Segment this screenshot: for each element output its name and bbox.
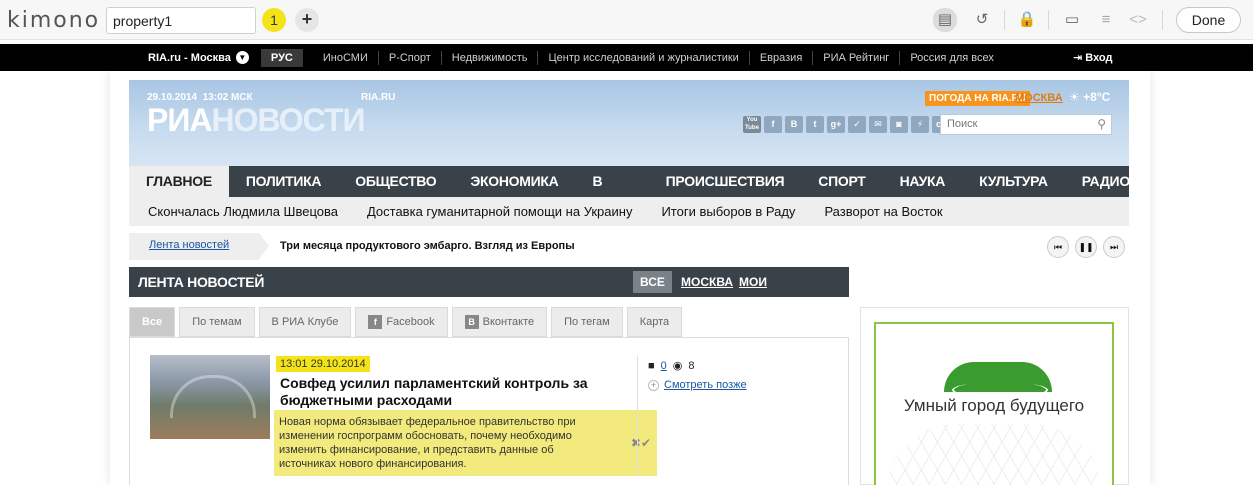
news-photo[interactable] [150, 355, 270, 439]
code-icon[interactable]: <> [1127, 9, 1149, 31]
news-meta: ■ 0 ◉ 8 + Смотреть позже [637, 356, 837, 476]
login-icon: ⇥ [1073, 52, 1086, 64]
nav-item[interactable]: ГЛАВНОЕ [129, 166, 229, 197]
filter-moscow-button[interactable]: МОСКВА [674, 271, 740, 293]
ria-novosti-logo[interactable]: РИАНОВОСТИ [147, 102, 366, 139]
news-ticker: Лента новостей Три месяца продуктового э… [129, 233, 1129, 260]
monitor-icon[interactable]: ▭ [1061, 9, 1083, 31]
subnav-item[interactable]: Доставка гуманитарной помощи на Украину [348, 197, 642, 226]
subnav-item[interactable]: Разворот на Восток [805, 197, 952, 226]
youtube-icon[interactable]: You Tube [743, 116, 761, 133]
comment-icon: ■ [648, 359, 655, 372]
sun-icon: ☀ [1069, 90, 1080, 104]
top-link[interactable]: ИноСМИ [313, 51, 378, 65]
dome-logo-icon [944, 362, 1052, 398]
eye-icon: ◉ [672, 360, 683, 372]
top-link[interactable]: Центр исследований и журналистики [537, 50, 748, 65]
tab-by-topic[interactable]: По темам [179, 307, 255, 337]
views-count: 8 [688, 359, 695, 372]
ad-banner[interactable]: Умный город будущего [874, 322, 1114, 485]
mail-icon[interactable]: ✉ [869, 116, 887, 133]
masthead: 29.10.2014 13:02 МСК RIA.RU РИАНОВОСТИ П… [129, 80, 1129, 166]
tab-facebook[interactable]: f Facebook [355, 307, 448, 337]
pause-icon[interactable]: ❚❚ [1075, 236, 1097, 258]
next-icon[interactable]: ⏭ [1103, 236, 1125, 258]
top-link[interactable]: Евразия [748, 50, 812, 65]
news-headline[interactable]: Совфед усилил парламентский контроль за … [280, 375, 620, 409]
subnav-item[interactable]: Скончалась Людмила Швецова [129, 197, 348, 226]
top-link[interactable]: Р-Спорт [377, 50, 441, 65]
property-count-badge[interactable]: 1 [262, 8, 286, 32]
ticker-headline[interactable]: Три месяца продуктового эмбарго. Взгляд … [280, 240, 575, 252]
ria-top-bar: RIA.ru - Москва ▼ РУС ИноСМИ Р-Спорт Нед… [0, 44, 1253, 71]
comments-count[interactable]: 0 [661, 360, 667, 372]
flash-icon[interactable]: ⚡ [911, 116, 929, 133]
social-icons: You Tube f B t g+ ✓ ✉ ◙ ⚡ ок [743, 116, 950, 133]
facebook-icon: f [368, 315, 383, 329]
top-link[interactable]: Россия для всех [899, 50, 1004, 65]
undo-icon[interactable]: ↺ [971, 9, 993, 31]
ad-graphic [886, 424, 1102, 485]
twitter-icon[interactable]: t [806, 116, 824, 133]
sub-nav: Скончалась Людмила Швецова Доставка гума… [129, 197, 1129, 226]
check-icon[interactable]: ✓ [848, 116, 866, 133]
tab-by-tags[interactable]: По тегам [551, 307, 623, 337]
ticker-label-link[interactable]: Лента новостей [129, 233, 269, 260]
tab-all[interactable]: Все [129, 307, 176, 337]
search-icon[interactable]: ⚲ [1097, 117, 1106, 131]
nav-item[interactable]: НАУКА [883, 166, 963, 197]
nav-item[interactable]: КУЛЬТУРА [962, 166, 1065, 197]
plus-icon: + [648, 380, 659, 391]
nav-item[interactable]: В МИРЕ [575, 166, 648, 220]
instagram-icon[interactable]: ◙ [890, 116, 908, 133]
login-link[interactable]: ⇥ Вход [1073, 51, 1112, 64]
facebook-icon[interactable]: f [764, 116, 782, 133]
main-nav: ГЛАВНОЕ ПОЛИТИКА ОБЩЕСТВО ЭКОНОМИКА В МИ… [129, 166, 1229, 220]
google-plus-icon[interactable]: g+ [827, 116, 845, 133]
nav-item[interactable]: РАДИО [1065, 166, 1147, 197]
kimono-toolbar: kimono 1 + ▤ ↺ 🔒 ▭ ≡ <> Done [0, 0, 1253, 40]
subnav-item[interactable]: Итоги выборов в Раду [642, 197, 805, 226]
tab-map[interactable]: Карта [626, 307, 683, 337]
vkontakte-icon[interactable]: B [785, 116, 803, 133]
ria-ru-label: RIA.RU [361, 92, 396, 103]
book-icon[interactable]: ▤ [933, 8, 957, 32]
login-label: Вход [1085, 52, 1113, 64]
news-lead: Новая норма обязывает федеральное правит… [274, 410, 657, 476]
property-name-input[interactable] [106, 7, 256, 34]
city-link[interactable]: МОСКВА [1015, 92, 1063, 104]
kimono-logo: kimono [7, 8, 101, 33]
news-lead-text: Новая норма обязывает федеральное правит… [279, 416, 576, 470]
nav-item[interactable]: ПРОИСШЕСТВИЯ [649, 166, 802, 197]
watch-later-link[interactable]: + Смотреть позже [648, 379, 747, 391]
temperature: ☀ +8°C [1069, 90, 1111, 104]
lock-icon[interactable]: 🔒 [1016, 9, 1038, 31]
top-link[interactable]: РИА Рейтинг [812, 50, 899, 65]
nav-item[interactable]: ОБЩЕСТВО [338, 166, 453, 197]
nav-item[interactable]: РЕЛИГИЯ [1147, 166, 1246, 197]
search-box[interactable]: Поиск ⚲ [940, 114, 1112, 135]
nav-item[interactable]: ПОЛИТИКА [229, 166, 338, 197]
tab-vkontakte[interactable]: B Вконтакте [451, 307, 548, 337]
news-timestamp: 13:01 29.10.2014 [276, 356, 370, 372]
done-button[interactable]: Done [1176, 7, 1241, 33]
top-link[interactable]: Недвижимость [440, 50, 538, 65]
nav-item[interactable]: СПОРТ [801, 166, 882, 197]
nav-item[interactable]: ЭКОНОМИКА [453, 166, 575, 197]
site-region-label[interactable]: RIA.ru - Москва [148, 52, 231, 64]
search-input[interactable]: Поиск [947, 118, 977, 130]
filter-all-button[interactable]: ВСЕ [633, 271, 672, 293]
feed-tabs: Все По темам В РИА Клубе f Facebook B Вкон… [129, 307, 683, 337]
previous-icon[interactable]: ⏮ [1047, 236, 1069, 258]
chevron-down-icon[interactable]: ▼ [235, 51, 249, 64]
language-button[interactable]: РУС [260, 48, 303, 67]
feed-header: ЛЕНТА НОВОСТЕЙ ВСЕ МОСКВА МОИ ОБНОВЛЕНИЯ [129, 267, 849, 311]
ad-title: Умный город будущего [903, 396, 1085, 415]
list-icon[interactable]: ≡ [1095, 9, 1117, 31]
feed-title: ЛЕНТА НОВОСТЕЙ [138, 274, 265, 290]
filter-my-updates-button[interactable]: МОИ ОБНОВЛЕНИЯ [732, 271, 849, 311]
add-property-button[interactable]: + [295, 8, 319, 32]
vkontakte-icon: B [464, 315, 479, 329]
tab-ria-club[interactable]: В РИА Клубе [258, 307, 352, 337]
